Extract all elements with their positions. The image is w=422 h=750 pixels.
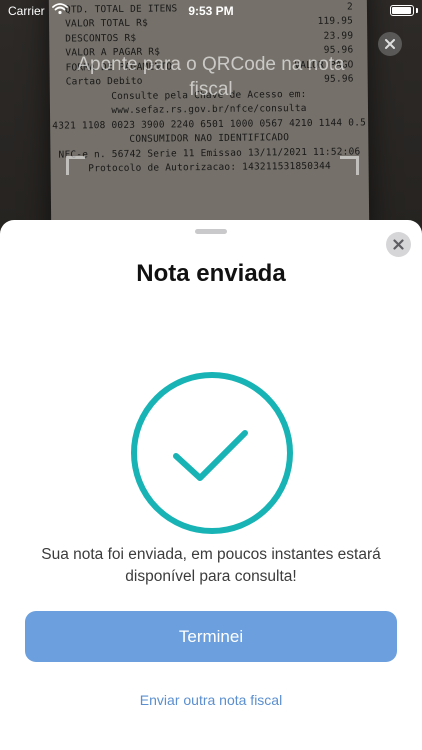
sheet-title: Nota enviada xyxy=(136,260,286,287)
status-time: 9:53 PM xyxy=(188,4,234,18)
status-bar: Carrier 9:53 PM xyxy=(0,0,422,22)
battery-icon xyxy=(390,5,414,16)
camera-preview: 02 20000017600G ADORN1 cx X 39.99 39.99Q… xyxy=(0,0,422,240)
confirmation-sheet: Nota enviada Sua nota foi enviada, em po… xyxy=(0,220,422,750)
finish-button[interactable]: Terminei xyxy=(25,611,397,662)
checkmark-circle-icon xyxy=(131,372,293,534)
send-another-link[interactable]: Enviar outra nota fiscal xyxy=(0,692,422,708)
sheet-grabber[interactable] xyxy=(195,229,227,234)
battery-cap xyxy=(416,8,418,13)
scan-hint: Aponte para o QRCode na nota fiscal xyxy=(77,54,345,100)
close-icon xyxy=(393,239,404,250)
sheet-close-button[interactable] xyxy=(386,232,411,257)
scanner-close-button[interactable] xyxy=(378,32,402,56)
close-icon xyxy=(385,39,395,49)
scan-frame-corner xyxy=(66,156,85,175)
scan-frame-corner xyxy=(340,156,359,175)
camera-dim-overlay xyxy=(0,0,422,240)
confirmation-message: Sua nota foi enviada, em poucos instante… xyxy=(41,546,381,585)
